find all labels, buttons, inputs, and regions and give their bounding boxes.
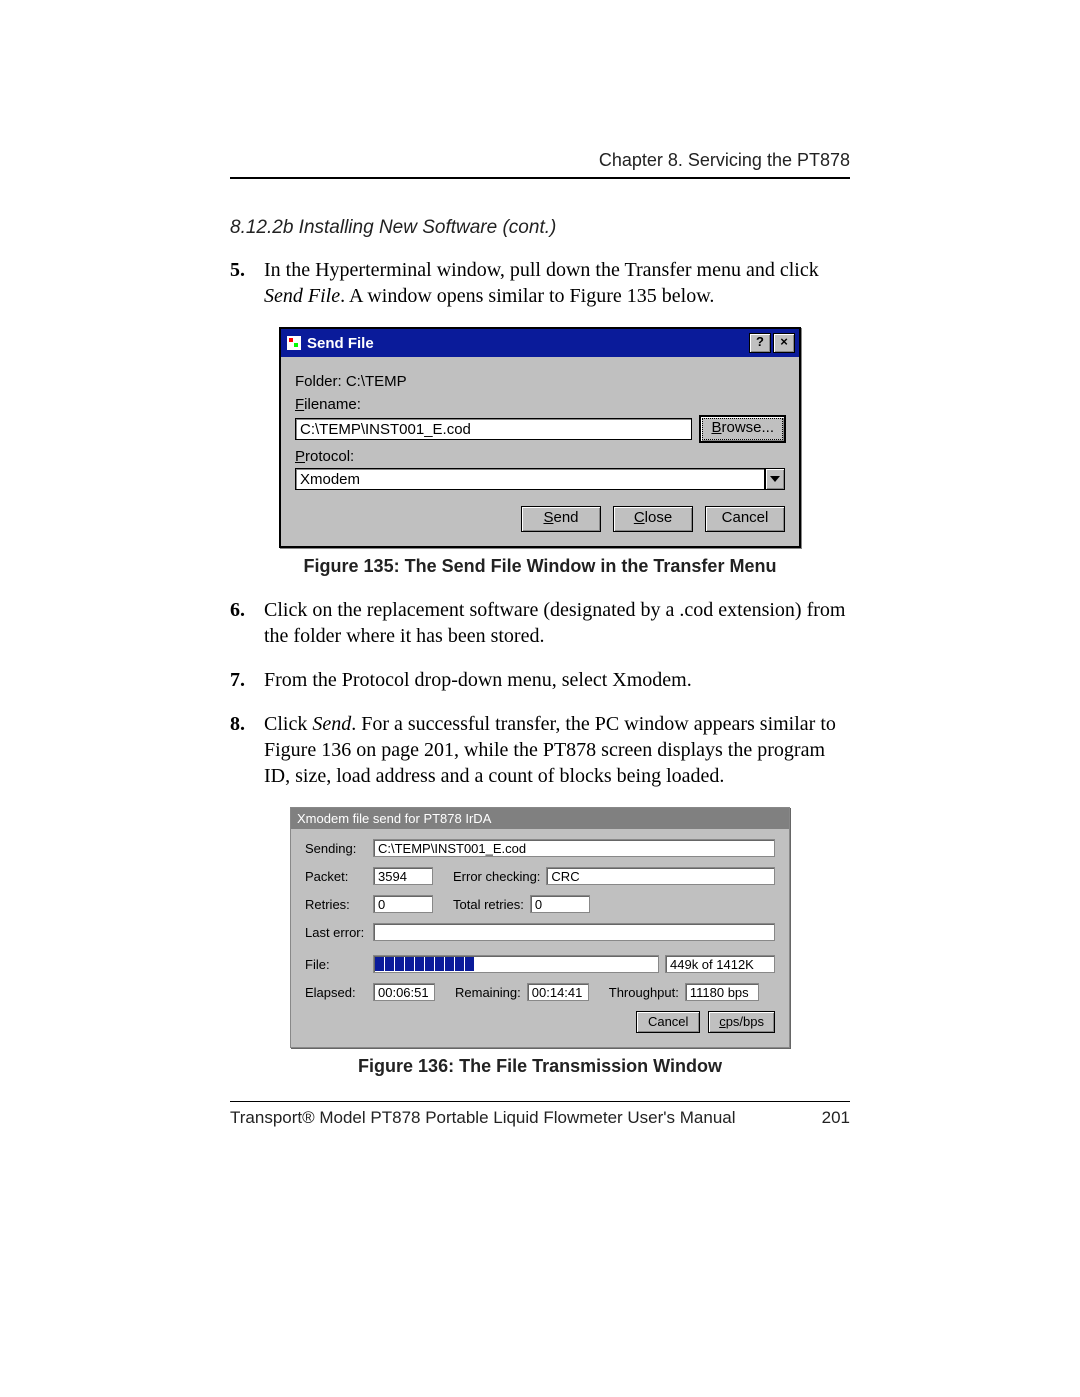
packet-label: Packet: xyxy=(305,869,367,884)
chevron-down-icon[interactable] xyxy=(765,468,785,490)
step-text: From the Protocol drop-down menu, select… xyxy=(264,667,692,693)
filename-field[interactable]: C:\TEMP\INST001_E.cod xyxy=(295,418,692,440)
protocol-select[interactable]: Xmodem xyxy=(295,468,785,490)
protocol-value: Xmodem xyxy=(295,468,765,490)
send-button[interactable]: Send xyxy=(521,506,601,532)
page-footer: Transport® Model PT878 Portable Liquid F… xyxy=(230,1102,850,1128)
remaining-value: 00:14:41 xyxy=(527,983,589,1001)
packet-value: 3594 xyxy=(373,867,433,885)
step-7: 7. From the Protocol drop-down menu, sel… xyxy=(230,667,850,693)
xmodem-dialog: Xmodem file send for PT878 IrDA Sending:… xyxy=(290,807,790,1048)
window-title[interactable]: Xmodem file send for PT878 IrDA xyxy=(291,808,789,829)
totalretries-value: 0 xyxy=(530,895,590,913)
totalretries-label: Total retries: xyxy=(453,897,524,912)
step-number: 5. xyxy=(230,257,264,309)
sending-value: C:\TEMP\INST001_E.cod xyxy=(373,839,775,857)
step-8: 8. Click Send. For a successful transfer… xyxy=(230,711,850,789)
window-title: Send File xyxy=(307,335,374,352)
lasterror-value xyxy=(373,923,775,941)
titlebar[interactable]: Send File ? × xyxy=(281,329,799,357)
protocol-label: Protocol: xyxy=(295,448,785,465)
figure-135-caption: Figure 135: The Send File Window in the … xyxy=(230,556,850,577)
sending-label: Sending: xyxy=(305,841,367,856)
retries-value: 0 xyxy=(373,895,433,913)
section-title: 8.12.2b Installing New Software (cont.) xyxy=(230,217,850,239)
elapsed-label: Elapsed: xyxy=(305,985,367,1000)
step-number: 8. xyxy=(230,711,264,789)
step-text: Click on the replacement software (desig… xyxy=(264,597,850,649)
step-6: 6. Click on the replacement software (de… xyxy=(230,597,850,649)
close-button[interactable]: Close xyxy=(613,506,693,532)
figure-136-caption: Figure 136: The File Transmission Window xyxy=(230,1056,850,1077)
app-icon xyxy=(287,336,301,350)
errorchecking-value: CRC xyxy=(546,867,775,885)
header-rule xyxy=(230,177,850,179)
step-text: Click Send. For a successful transfer, t… xyxy=(264,711,850,789)
errorchecking-label: Error checking: xyxy=(453,869,540,884)
folder-label: Folder: C:\TEMP xyxy=(295,373,785,390)
cancel-button[interactable]: Cancel xyxy=(636,1011,700,1033)
lasterror-label: Last error: xyxy=(305,925,367,940)
close-icon[interactable]: × xyxy=(773,333,795,353)
throughput-value: 11180 bps xyxy=(685,983,759,1001)
file-progress xyxy=(373,955,659,973)
remaining-label: Remaining: xyxy=(455,985,521,1000)
throughput-label: Throughput: xyxy=(609,985,679,1000)
file-label: File: xyxy=(305,957,367,972)
step-number: 6. xyxy=(230,597,264,649)
step-list-a: 5. In the Hyperterminal window, pull dow… xyxy=(230,257,850,309)
footer-text: Transport® Model PT878 Portable Liquid F… xyxy=(230,1108,736,1128)
help-icon[interactable]: ? xyxy=(749,333,771,353)
elapsed-value: 00:06:51 xyxy=(373,983,435,1001)
chapter-header: Chapter 8. Servicing the PT878 xyxy=(230,150,850,171)
cancel-button[interactable]: Cancel xyxy=(705,506,785,532)
file-progress-text: 449k of 1412K xyxy=(665,955,775,973)
cpsbps-button[interactable]: cps/bps xyxy=(708,1011,775,1033)
step-list-b: 6. Click on the replacement software (de… xyxy=(230,597,850,789)
filename-label: Filename: xyxy=(295,396,785,413)
retries-label: Retries: xyxy=(305,897,367,912)
page-number: 201 xyxy=(810,1108,850,1128)
step-text: In the Hyperterminal window, pull down t… xyxy=(264,257,850,309)
step-5: 5. In the Hyperterminal window, pull dow… xyxy=(230,257,850,309)
step-number: 7. xyxy=(230,667,264,693)
browse-button[interactable]: Browse... xyxy=(700,416,785,442)
send-file-dialog: Send File ? × Folder: C:\TEMP Filename: … xyxy=(279,327,801,548)
